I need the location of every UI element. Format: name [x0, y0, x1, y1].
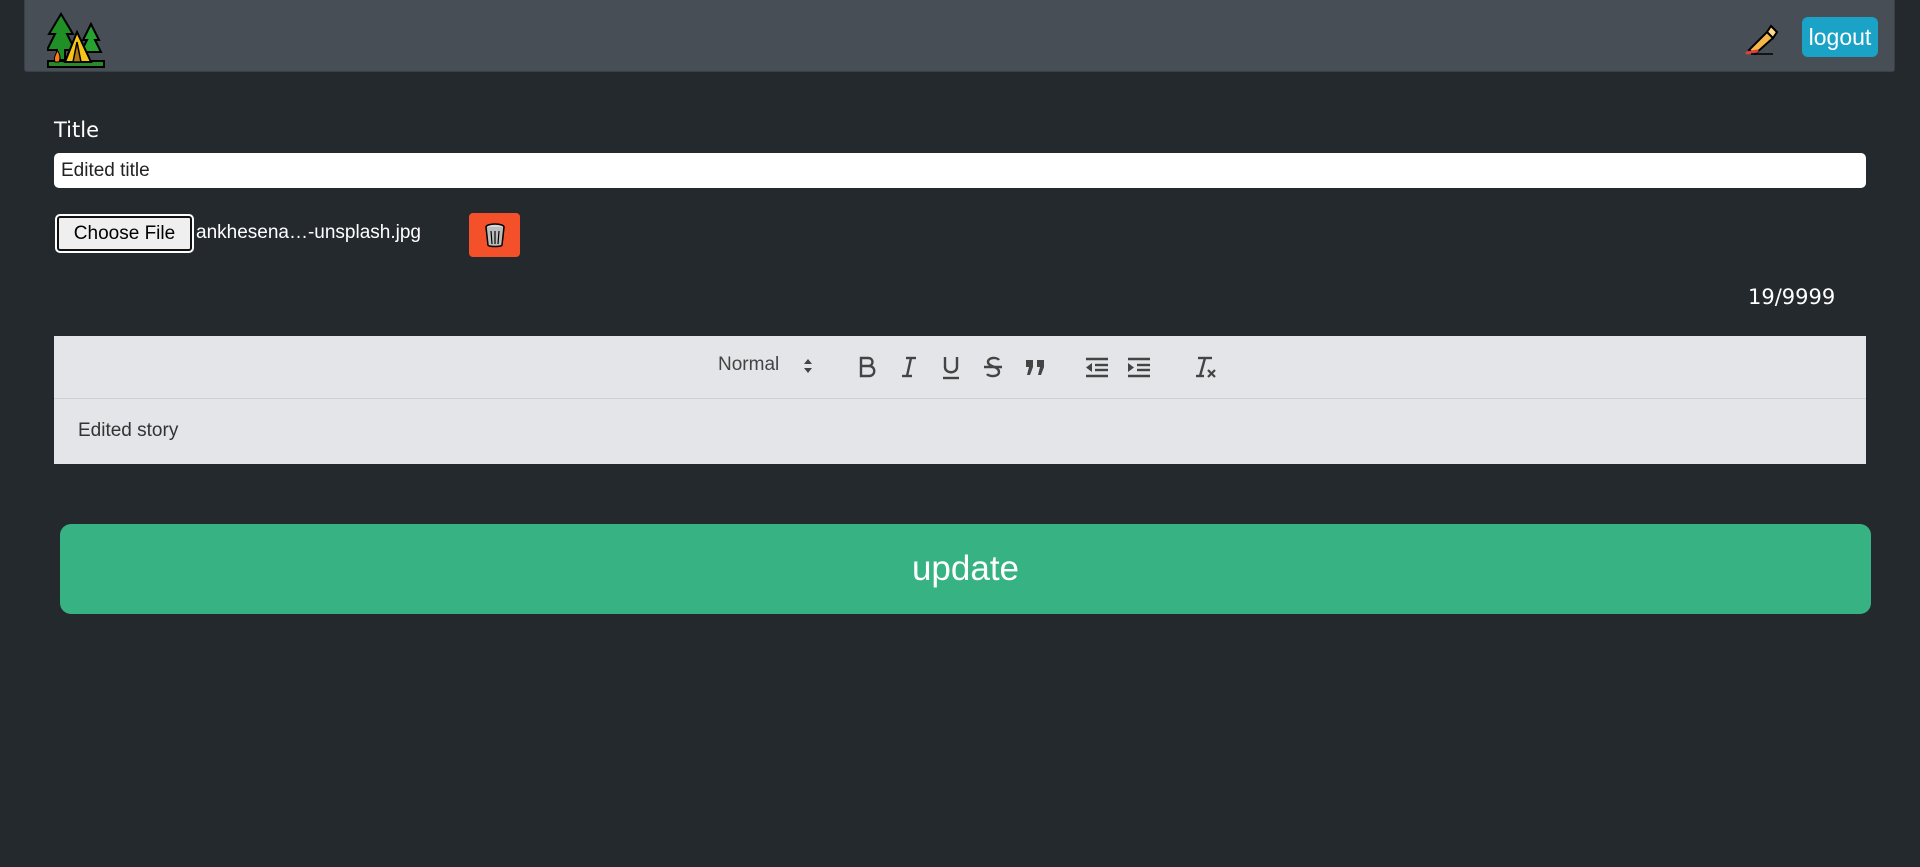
selected-file-name: ankhesena…-unsplash.jpg — [196, 222, 421, 243]
camping-logo-icon[interactable] — [45, 12, 105, 68]
header-format-value: Normal — [718, 354, 780, 375]
update-button[interactable]: update — [60, 524, 1871, 614]
blockquote-icon[interactable] — [1020, 352, 1050, 382]
rich-text-editor: Normal Edited story — [54, 336, 1866, 464]
character-counter: 19/9999 — [1748, 285, 1836, 309]
title-input[interactable] — [54, 153, 1866, 188]
italic-icon[interactable] — [894, 352, 924, 382]
strikethrough-icon[interactable] — [978, 352, 1008, 382]
editor-content[interactable]: Edited story — [78, 420, 178, 442]
underline-icon[interactable] — [936, 352, 966, 382]
outdent-icon[interactable] — [1082, 352, 1112, 382]
trash-can-icon — [469, 222, 520, 248]
indent-icon[interactable] — [1124, 352, 1154, 382]
clear-formatting-icon[interactable] — [1190, 352, 1220, 382]
editor-toolbar: Normal — [54, 336, 1866, 399]
navbar: logout — [24, 0, 1895, 72]
choose-file-button[interactable]: Choose File — [55, 214, 194, 253]
bold-icon[interactable] — [852, 352, 882, 382]
delete-image-button[interactable] — [469, 213, 520, 257]
header-format-select[interactable]: Normal — [718, 354, 818, 380]
writing-hand-icon[interactable] — [1745, 20, 1781, 56]
select-arrows-icon — [802, 357, 814, 381]
logout-button[interactable]: logout — [1802, 17, 1878, 57]
title-label: Title — [54, 118, 100, 142]
